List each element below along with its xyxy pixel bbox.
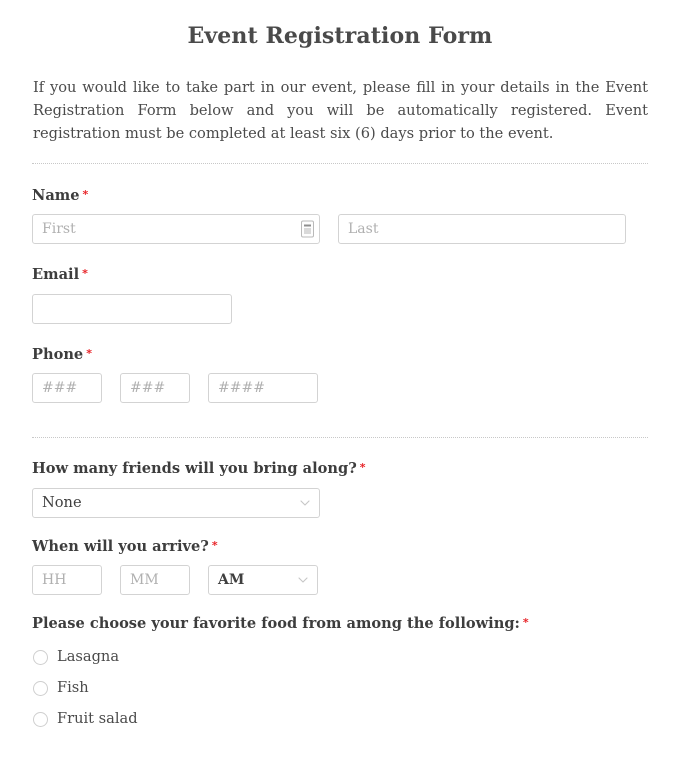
friends-field-block: How many friends will you bring along? * … [32, 460, 648, 518]
friends-label-text: How many friends will you bring along? [32, 460, 357, 478]
phone-field-block: Phone * [32, 346, 648, 404]
food-label-text: Please choose your favorite food from am… [32, 615, 520, 633]
arrival-inputs-row: AM [32, 565, 648, 596]
form-intro-text: If you would like to take part in our ev… [33, 78, 648, 142]
email-input[interactable] [32, 293, 232, 324]
section-divider-top [32, 162, 648, 164]
food-field-block: Please choose your favorite food from am… [32, 615, 648, 732]
radio-circle-icon[interactable] [33, 681, 48, 697]
friends-select[interactable]: None [32, 487, 320, 518]
email-label-text: Email [32, 266, 80, 284]
friends-selected-value: None [42, 494, 82, 512]
food-radio-group: Lasagna Fish Fruit salad [32, 646, 648, 732]
arrival-hour-input[interactable] [32, 565, 102, 596]
autofill-card-icon[interactable] [301, 220, 314, 238]
radio-option-label: Fish [57, 679, 89, 697]
phone-label-text: Phone [32, 345, 84, 363]
arrival-field-block: When will you arrive?* AM [32, 538, 648, 596]
name-label-text: Name [32, 186, 80, 204]
first-name-input[interactable] [32, 214, 320, 245]
required-asterisk: * [82, 187, 89, 201]
name-field-block: Name * [32, 187, 648, 245]
phone-area-code-input[interactable] [32, 373, 102, 404]
email-field-block: Email * [32, 266, 648, 324]
page-title: Event Registration Form [187, 23, 493, 49]
food-label: Please choose your favorite food from am… [32, 615, 648, 633]
arrival-label-text: When will you arrive? [32, 537, 209, 555]
radio-option-fruit-salad[interactable]: Fruit salad [32, 708, 648, 732]
email-label: Email * [32, 266, 648, 284]
meridiem-select-wrapper: AM [190, 565, 318, 596]
radio-circle-icon[interactable] [33, 650, 48, 666]
first-name-wrapper [32, 214, 320, 245]
radio-option-label: Fruit salad [57, 710, 138, 728]
registration-form: Event Registration Form If you would lik… [0, 22, 680, 732]
meridiem-selected-value: AM [218, 572, 245, 589]
friends-label: How many friends will you bring along? * [32, 460, 648, 478]
name-inputs-row [32, 214, 648, 245]
required-asterisk: * [359, 461, 366, 475]
radio-circle-icon[interactable] [33, 712, 48, 728]
last-name-input[interactable] [338, 214, 626, 245]
required-asterisk: * [86, 346, 92, 360]
name-label: Name * [32, 187, 648, 205]
phone-prefix-input[interactable] [120, 373, 190, 404]
phone-line-number-input[interactable] [208, 373, 318, 404]
friends-select-wrapper: None [32, 487, 320, 518]
radio-option-label: Lasagna [57, 648, 120, 666]
section-divider-bottom [32, 437, 648, 439]
phone-inputs-row [32, 373, 648, 404]
required-asterisk: * [211, 538, 218, 552]
phone-label: Phone * [32, 346, 648, 364]
arrival-minute-input[interactable] [120, 565, 190, 596]
required-asterisk: * [522, 616, 529, 630]
radio-option-lasagna[interactable]: Lasagna [32, 646, 648, 670]
arrival-label: When will you arrive? * [32, 538, 648, 556]
radio-option-fish[interactable]: Fish [32, 677, 648, 701]
meridiem-select[interactable]: AM [208, 565, 318, 596]
required-asterisk: * [82, 267, 88, 281]
